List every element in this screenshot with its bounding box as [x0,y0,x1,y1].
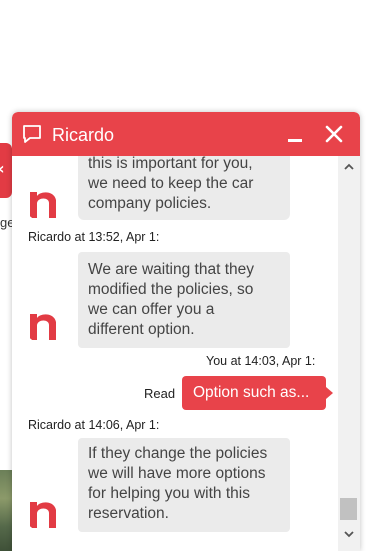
speech-bubble-icon [23,125,41,143]
message-line: If they change the policies [88,445,268,462]
message-meta: Ricardo at 14:06, Apr 1: [28,418,160,432]
message-meta: You at 14:03, Apr 1: [206,354,316,368]
message-list[interactable]: this is important for you, we need to ke… [12,156,338,551]
message-line: modified the policies, so [88,281,254,298]
chevron-left-icon: ‹ [0,161,5,177]
page: ‹ ge Ricardo this is important for you, … [0,0,387,551]
message-line: reservation. [88,505,169,522]
chat-title: Ricardo [52,125,115,145]
chat-header: Ricardo [12,112,360,156]
chat-window: Ricardo this is important for you, we ne… [12,112,360,551]
message-bubble: We are waiting that they modified the po… [78,252,290,348]
message-line: we need to keep the car [88,175,254,192]
message-bubble: If they change the policies we will have… [78,438,290,532]
agent-avatar [24,492,64,532]
message-line: company policies. [88,195,212,212]
message-meta: Ricardo at 13:52, Apr 1: [28,230,160,244]
scrollbar[interactable] [338,156,360,551]
message-line: we can offer you a [88,301,215,318]
read-status: Read [144,386,176,401]
message-line: we will have more options [88,465,266,482]
close-icon[interactable] [322,122,346,146]
message-line: We are waiting that they [88,261,254,278]
chevron-down-icon[interactable] [343,528,355,540]
message-line: for helping you with this [88,485,250,502]
user-message-bubble[interactable]: Option such as... [182,376,333,410]
message-bubble: this is important for you, we need to ke… [78,156,290,220]
minimize-button[interactable] [284,122,308,146]
message-line: different option. [88,321,195,338]
background-photo [0,470,12,551]
background-text: ge [0,215,12,230]
background-side-tab[interactable]: ‹ [0,143,12,198]
agent-avatar [24,304,64,344]
message-line: this is important for you, [88,156,253,172]
chevron-up-icon[interactable] [343,161,355,173]
agent-avatar [24,182,64,222]
scrollbar-thumb[interactable] [340,498,357,520]
